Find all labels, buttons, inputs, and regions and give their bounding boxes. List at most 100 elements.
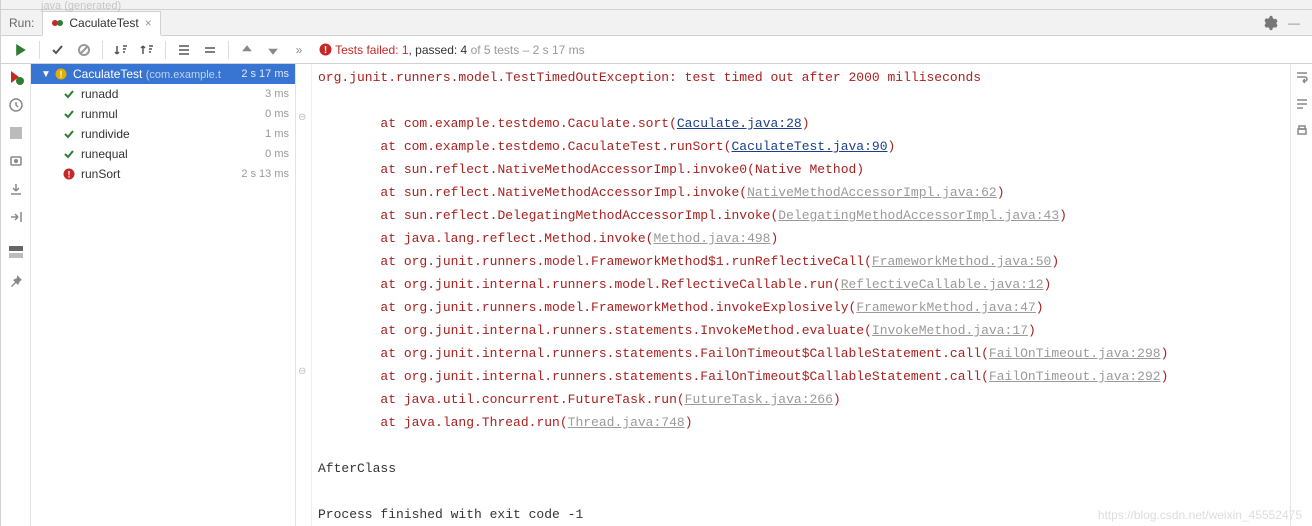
arrow-up-icon bbox=[241, 44, 253, 56]
rerun-button[interactable] bbox=[9, 38, 33, 62]
stack-link[interactable]: Method.java:498 bbox=[653, 231, 770, 246]
settings-button[interactable] bbox=[1258, 11, 1282, 35]
stack-link[interactable]: NativeMethodAccessorImpl.java:62 bbox=[747, 185, 997, 200]
test-config-icon bbox=[51, 16, 65, 30]
breadcrumb-bar: java (generated) bbox=[1, 0, 1312, 10]
run-label: Run: bbox=[9, 16, 34, 30]
ignore-icon bbox=[77, 43, 91, 57]
tree-item-dur: 0 ms bbox=[265, 108, 289, 120]
toggle-auto-test-button[interactable] bbox=[7, 96, 25, 114]
stack-link[interactable]: Thread.java:748 bbox=[568, 415, 685, 430]
close-tab-icon[interactable]: × bbox=[145, 16, 152, 30]
error-icon: ! bbox=[319, 43, 332, 56]
svg-text:!: ! bbox=[68, 170, 71, 180]
tree-root-dur: 2 s 17 ms bbox=[241, 68, 289, 80]
svg-text:!: ! bbox=[60, 70, 63, 80]
expand-arrow-icon[interactable]: ▼ bbox=[41, 69, 53, 80]
tree-item[interactable]: runequal 0 ms bbox=[31, 144, 295, 164]
expand-all-button[interactable] bbox=[172, 38, 196, 62]
status-failed: 1 bbox=[402, 43, 409, 57]
import-button[interactable] bbox=[7, 180, 25, 198]
tree-root-name: CaculateTest (com.example.t bbox=[73, 67, 237, 81]
prev-failure-button[interactable] bbox=[235, 38, 259, 62]
tree-item-name: runadd bbox=[81, 87, 261, 101]
tab-title: CaculateTest bbox=[69, 16, 138, 30]
separator bbox=[165, 41, 166, 59]
tree-item-dur: 2 s 13 ms bbox=[241, 168, 289, 180]
tree-root[interactable]: ▼ ! CaculateTest (com.example.t 2 s 17 m… bbox=[31, 64, 295, 84]
console-output[interactable]: org.junit.runners.model.TestTimedOutExce… bbox=[312, 64, 1290, 526]
soft-wrap-button[interactable] bbox=[1295, 70, 1309, 87]
body: ▼ ! CaculateTest (com.example.t 2 s 17 m… bbox=[1, 64, 1312, 526]
fold-gutter: ⊖ ⊖ bbox=[296, 64, 312, 526]
show-passed-toggle[interactable] bbox=[46, 38, 70, 62]
separator bbox=[102, 41, 103, 59]
stack-link[interactable]: InvokeMethod.java:17 bbox=[872, 323, 1028, 338]
sort-icon bbox=[114, 43, 128, 57]
status-passed-prefix: , passed: bbox=[409, 43, 461, 57]
export-button[interactable] bbox=[7, 208, 25, 226]
stack-link[interactable]: DelegatingMethodAccessorImpl.java:43 bbox=[778, 208, 1059, 223]
tree-item-name: rundivide bbox=[81, 127, 261, 141]
check-icon bbox=[51, 43, 65, 57]
test-tree[interactable]: ▼ ! CaculateTest (com.example.t 2 s 17 m… bbox=[31, 64, 296, 526]
arrow-down-icon bbox=[267, 44, 279, 56]
fail-icon: ! bbox=[53, 68, 69, 80]
run-toolbar: » ! Tests failed: 1, passed: 4 of 5 test… bbox=[1, 36, 1312, 64]
status-of: of 5 tests bbox=[467, 43, 519, 57]
tree-item-name: runmul bbox=[81, 107, 261, 121]
fold-marker-icon[interactable]: ⊖ bbox=[298, 112, 306, 123]
sort-time-button[interactable] bbox=[135, 38, 159, 62]
layout-button[interactable] bbox=[7, 244, 25, 262]
run-config-tab[interactable]: CaculateTest × bbox=[42, 11, 160, 36]
show-ignored-toggle[interactable] bbox=[72, 38, 96, 62]
stack-link[interactable]: FrameworkMethod.java:50 bbox=[872, 254, 1051, 269]
stack-link[interactable]: FrameworkMethod.java:47 bbox=[856, 300, 1035, 315]
status-prefix: Tests failed: bbox=[335, 43, 402, 57]
collapse-all-button[interactable] bbox=[198, 38, 222, 62]
tree-item-dur: 1 ms bbox=[265, 128, 289, 140]
pass-icon bbox=[61, 88, 77, 100]
pass-icon bbox=[61, 128, 77, 140]
scroll-to-end-button[interactable] bbox=[1295, 97, 1309, 114]
left-gutter bbox=[1, 64, 31, 526]
right-gutter bbox=[1290, 64, 1312, 526]
pin-button[interactable] bbox=[7, 272, 25, 290]
stack-link[interactable]: FutureTask.java:266 bbox=[685, 392, 833, 407]
stack-link[interactable]: FailOnTimeout.java:292 bbox=[989, 369, 1161, 384]
next-failure-button[interactable] bbox=[261, 38, 285, 62]
tree-item-name: runSort bbox=[81, 167, 237, 181]
tree-item-name: runequal bbox=[81, 147, 261, 161]
svg-text:!: ! bbox=[324, 45, 327, 56]
breadcrumb-text: java (generated) bbox=[41, 0, 121, 12]
stop-button[interactable] bbox=[7, 124, 25, 142]
stack-link[interactable]: FailOnTimeout.java:298 bbox=[989, 346, 1161, 361]
stack-link[interactable]: CaculateTest.java:90 bbox=[731, 139, 887, 154]
collapse-icon bbox=[203, 43, 217, 57]
sort-button[interactable] bbox=[109, 38, 133, 62]
tree-item-dur: 0 ms bbox=[265, 148, 289, 160]
pass-icon bbox=[61, 148, 77, 160]
fold-marker-icon[interactable]: ⊖ bbox=[298, 366, 306, 377]
tree-item[interactable]: runadd 3 ms bbox=[31, 84, 295, 104]
fail-icon: ! bbox=[61, 168, 77, 180]
sort-time-icon bbox=[140, 43, 154, 57]
tree-item-dur: 3 ms bbox=[265, 88, 289, 100]
tree-item[interactable]: runmul 0 ms bbox=[31, 104, 295, 124]
more-button[interactable]: » bbox=[287, 38, 311, 62]
dump-button[interactable] bbox=[7, 152, 25, 170]
print-button[interactable] bbox=[1295, 124, 1309, 141]
stack-link[interactable]: Caculate.java:28 bbox=[677, 116, 802, 131]
rerun-failed-button[interactable] bbox=[7, 68, 25, 86]
status-dur: – 2 s 17 ms bbox=[519, 43, 584, 57]
test-status: ! Tests failed: 1, passed: 4 of 5 tests … bbox=[319, 43, 585, 57]
stack-link[interactable]: ReflectiveCallable.java:12 bbox=[841, 277, 1044, 292]
separator bbox=[228, 41, 229, 59]
expand-icon bbox=[177, 43, 191, 57]
tree-item[interactable]: rundivide 1 ms bbox=[31, 124, 295, 144]
pass-icon bbox=[61, 108, 77, 120]
separator bbox=[39, 41, 40, 59]
tree-item[interactable]: ! runSort 2 s 13 ms bbox=[31, 164, 295, 184]
gear-icon bbox=[1262, 15, 1278, 31]
hide-button[interactable]: — bbox=[1282, 11, 1306, 35]
